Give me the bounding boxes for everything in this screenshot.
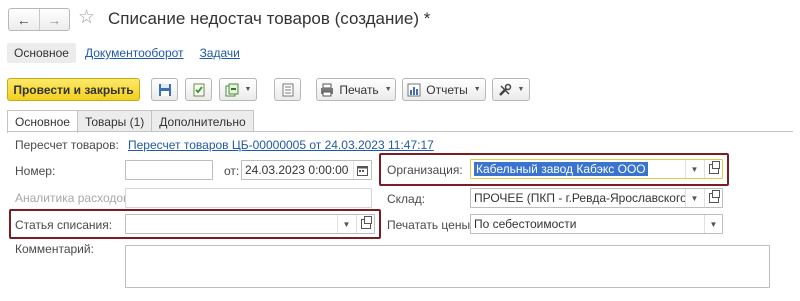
tab-divider xyxy=(7,131,793,132)
number-label: Номер: xyxy=(15,164,56,178)
reports-button[interactable]: Отчеты ▼ xyxy=(402,78,486,101)
organization-field[interactable]: Кабельный завод Кабэкс ООО ▼ xyxy=(470,159,723,179)
tab-main[interactable]: Основное xyxy=(7,110,78,133)
structure-button[interactable] xyxy=(274,78,301,101)
analytics-label: Аналитика расходов: xyxy=(15,191,133,205)
number-field[interactable] xyxy=(125,160,213,180)
list-document-icon xyxy=(282,83,293,96)
recount-link[interactable]: Пересчет товаров ЦБ-00000005 от 24.03.20… xyxy=(128,138,434,152)
price-field[interactable]: По себестоимости ▼ xyxy=(470,214,723,234)
create-based-on-button[interactable]: ▼ xyxy=(219,78,257,101)
arrow-right-icon: → xyxy=(47,11,62,28)
comment-label: Комментарий: xyxy=(15,242,94,256)
form-tabs: Основное Товары (1) Дополнительно xyxy=(7,110,254,133)
back-button[interactable]: ← xyxy=(9,9,39,30)
chevron-down-icon[interactable]: ▼ xyxy=(337,215,355,233)
chevron-down-icon[interactable]: ▼ xyxy=(685,189,703,207)
navigation-group: ← → xyxy=(8,8,70,31)
floppy-disk-icon xyxy=(158,83,171,96)
chevron-down-icon[interactable]: ▼ xyxy=(685,160,703,178)
recount-label: Пересчет товаров: xyxy=(15,138,119,152)
reports-label: Отчеты xyxy=(426,82,468,97)
star-icon[interactable]: ☆ xyxy=(78,6,95,30)
chevron-down-icon[interactable]: ▼ xyxy=(704,215,722,233)
open-icon[interactable] xyxy=(704,160,722,178)
date-field[interactable]: 24.03.2023 0:00:00 xyxy=(241,160,372,180)
organization-value: Кабельный завод Кабэкс ООО xyxy=(474,162,648,176)
writeoff-label: Статья списания: xyxy=(15,218,113,232)
tools-icon xyxy=(498,83,511,96)
tab-additional[interactable]: Дополнительно xyxy=(151,110,254,132)
post-button[interactable] xyxy=(185,78,212,101)
date-label: от: xyxy=(224,164,240,178)
chevron-down-icon: ▼ xyxy=(517,86,525,93)
price-label: Печатать цены: xyxy=(387,218,474,232)
open-icon[interactable] xyxy=(704,189,722,207)
chevron-down-icon: ▼ xyxy=(384,86,392,93)
post-and-close-button[interactable]: Провести и закрыть xyxy=(7,78,140,101)
organization-label: Организация: xyxy=(387,163,463,177)
section-tab-tasks[interactable]: Задачи xyxy=(193,43,247,63)
warehouse-value: ПРОЧЕЕ (ПКП - г.Ревда-Ярославского) xyxy=(474,191,691,205)
comment-textarea[interactable] xyxy=(125,245,770,288)
warehouse-label: Склад: xyxy=(387,192,426,206)
section-tab-document-flow[interactable]: Документооборот xyxy=(78,43,191,63)
post-document-icon xyxy=(193,83,204,96)
section-tab-main[interactable]: Основное xyxy=(7,43,76,63)
forward-button[interactable]: → xyxy=(38,9,70,30)
print-label: Печать xyxy=(339,82,379,97)
section-tabs: Основное Документооборот Задачи xyxy=(7,42,249,64)
warehouse-field[interactable]: ПРОЧЕЕ (ПКП - г.Ревда-Ярославского) ▼ xyxy=(470,188,723,208)
chevron-down-icon: ▼ xyxy=(244,86,252,93)
price-value: По себестоимости xyxy=(474,217,577,231)
tab-goods[interactable]: Товары (1) xyxy=(76,110,153,132)
arrow-left-icon: ← xyxy=(16,11,31,28)
window-title: Списание недостач товаров (создание) * xyxy=(108,9,431,28)
print-button[interactable]: Печать ▼ xyxy=(316,78,396,101)
open-icon[interactable] xyxy=(356,215,374,233)
more-actions-button[interactable]: ▼ xyxy=(492,78,530,101)
save-button[interactable] xyxy=(151,78,178,101)
chevron-down-icon: ▼ xyxy=(473,86,481,93)
document-create-icon xyxy=(225,83,239,96)
date-value: 24.03.2023 0:00:00 xyxy=(245,163,349,177)
report-chart-icon xyxy=(407,83,421,96)
printer-icon xyxy=(321,83,334,96)
analytics-field xyxy=(125,188,372,208)
calendar-icon[interactable] xyxy=(353,161,371,179)
writeoff-field[interactable]: ▼ xyxy=(125,214,375,234)
